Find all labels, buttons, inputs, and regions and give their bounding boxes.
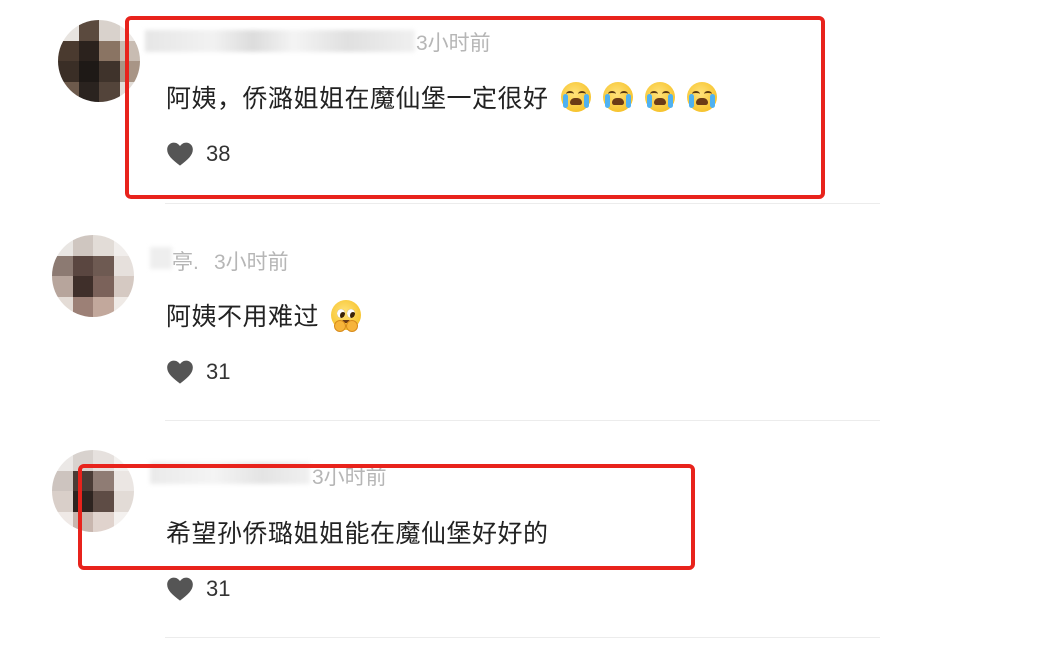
comment-time: 3小时前 — [214, 251, 289, 274]
avatar[interactable] — [52, 235, 134, 317]
divider — [165, 203, 880, 204]
username-fragment: 亭. — [172, 251, 199, 274]
like-count: 31 — [206, 359, 231, 384]
divider — [165, 420, 880, 421]
heart-icon — [167, 577, 193, 601]
like-button[interactable]: 31 — [166, 359, 230, 385]
pleading-face-icon — [331, 300, 362, 332]
username-blurred[interactable] — [150, 247, 172, 269]
comment-text-body: 阿姨不用难过 — [166, 303, 320, 331]
divider — [165, 637, 880, 638]
highlight-box — [78, 464, 695, 570]
comment-text: 阿姨不用难过 — [166, 297, 362, 333]
highlight-box — [125, 16, 825, 199]
heart-icon — [167, 360, 193, 384]
like-count: 31 — [206, 576, 231, 601]
like-button[interactable]: 31 — [166, 576, 230, 602]
